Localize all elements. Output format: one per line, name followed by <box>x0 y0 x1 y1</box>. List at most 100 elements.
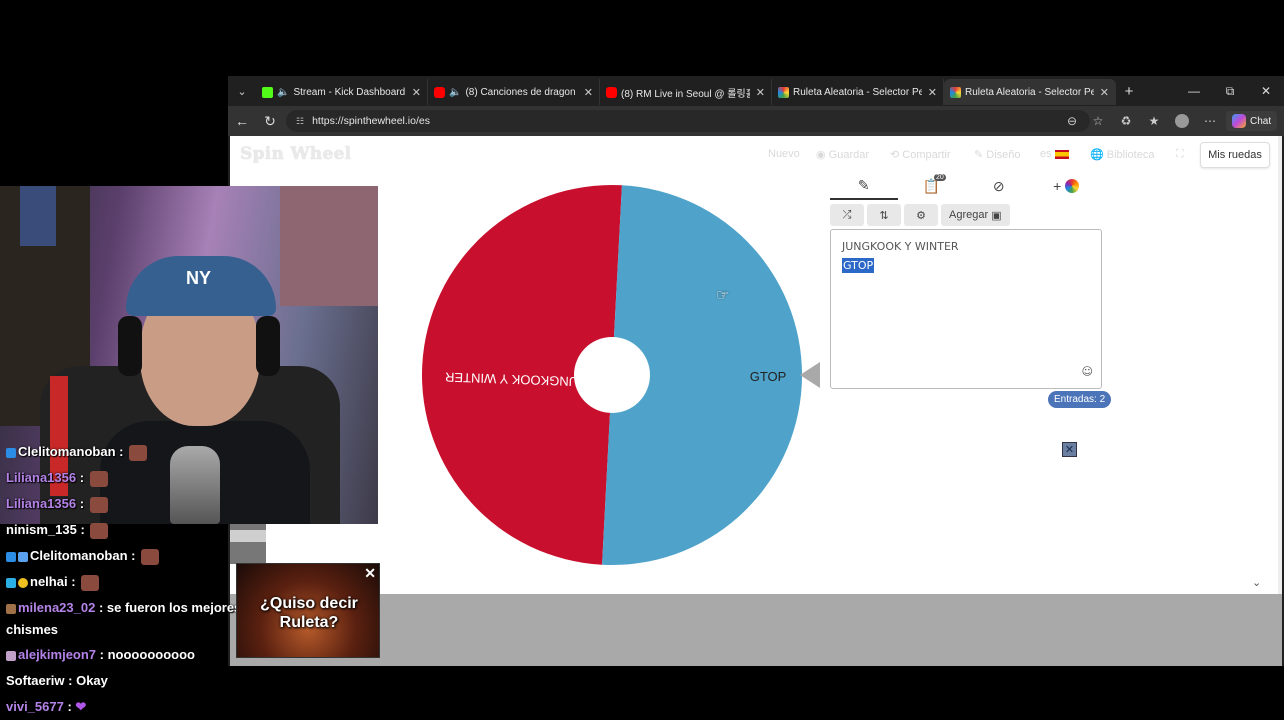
chat-message: vivi_5677 : ❤ <box>6 699 87 714</box>
emote-icon <box>141 548 160 565</box>
reader-mode-icon[interactable]: ⊖ <box>1062 111 1082 131</box>
screen: ⌄ 🔈 Stream - Kick Dashboard ✕ 🔈 (8) Canc… <box>0 0 1284 720</box>
new-tab-icon[interactable]: + <box>1116 83 1142 100</box>
sort-icon: ⇅ <box>879 209 889 222</box>
tab-ruleta-active[interactable]: Ruleta Aleatoria - Selector Personalizad… <box>944 79 1116 105</box>
scrollbar[interactable] <box>1278 136 1282 594</box>
tab-rm-live[interactable]: (8) RM Live in Seoul @ 롤링홀 ✕ <box>600 79 772 105</box>
editor-buttons: ⤮ ⇅ ⚙ Agregar ▣ <box>830 204 1010 226</box>
chat-message: milena23_02 : se fueron los mejores <box>6 600 241 615</box>
emote-icon <box>129 444 148 461</box>
image-icon: ▣ <box>991 209 1002 222</box>
reload-icon[interactable]: ↻ <box>256 113 284 130</box>
heart-emote-icon: ❤ <box>75 699 87 714</box>
speaker-icon[interactable]: 🔈 <box>277 87 289 98</box>
plus-icon: + <box>1053 178 1062 194</box>
tab-edit-entries[interactable]: ✎ <box>830 172 898 200</box>
chat-message: Softaeriw : Okay <box>6 673 108 688</box>
site-logo[interactable]: Spin Wheel <box>240 144 351 164</box>
url-text: https://spinthewheel.io/es <box>312 115 430 127</box>
emoji-icon[interactable]: ☺ <box>1082 365 1093 378</box>
gear-icon: ⚙ <box>916 209 926 222</box>
close-window-icon[interactable]: ✕ <box>1248 76 1284 106</box>
spinwheel-favicon-icon <box>950 86 961 98</box>
chat-message: chismes <box>6 622 59 637</box>
entry-line: GTOP <box>842 256 1090 275</box>
wheel-pointer <box>800 362 820 388</box>
add-image-button[interactable]: Agregar ▣ <box>941 204 1010 226</box>
entries-textarea[interactable]: JUNGKOOK Y WINTER GTOP ☺ <box>830 229 1102 389</box>
shuffle-button[interactable]: ⤮ <box>830 204 864 226</box>
hand-cursor-icon: ☞ <box>716 287 730 304</box>
emote-icon <box>89 496 108 513</box>
nav-guardar[interactable]: ◉ Guardar <box>816 148 869 161</box>
nav-compartir[interactable]: ⟲ Compartir <box>890 148 951 161</box>
close-tab-icon[interactable]: ✕ <box>756 86 765 99</box>
color-wheel-icon <box>1065 179 1080 193</box>
restore-icon[interactable]: ⧉ <box>1212 76 1248 106</box>
favorite-star-icon[interactable]: ☆ <box>1088 111 1108 131</box>
close-tab-icon[interactable]: ✕ <box>928 86 937 99</box>
more-options-icon[interactable]: ⋯ <box>1200 111 1220 131</box>
nav-diseno[interactable]: ✎ Diseño <box>974 148 1021 161</box>
speaker-icon[interactable]: 🔈 <box>449 87 461 98</box>
settings-button[interactable]: ⚙ <box>904 204 938 226</box>
fullscreen-icon[interactable]: ⛶ <box>1176 148 1184 161</box>
roulette-popup[interactable]: ✕ ¿Quiso decir Ruleta? <box>236 563 380 658</box>
tab-add-wheel[interactable]: + <box>1033 172 1101 200</box>
favorites-icon[interactable]: ★ <box>1144 111 1164 131</box>
shuffle-icon: ⤮ <box>842 208 852 221</box>
close-icon[interactable]: ✕ <box>364 565 376 582</box>
chat-message: ninism_135 : <box>6 522 109 539</box>
chat-message: Clelitomanoban : <box>6 444 148 461</box>
entry-line: JUNGKOOK Y WINTER <box>842 240 959 253</box>
tab-kick-dashboard[interactable]: 🔈 Stream - Kick Dashboard ✕ <box>256 79 428 105</box>
youtube-favicon-icon <box>434 86 445 98</box>
profile-avatar-icon[interactable] <box>1172 111 1192 131</box>
browser-toolbar: ← ↻ ☷ https://spinthewheel.io/es ⊖ ☆ ♻ ★… <box>228 106 1284 136</box>
emote-icon <box>90 522 109 539</box>
eye-slash-icon: ⊘ <box>992 177 1005 194</box>
nav-language[interactable]: es <box>1040 148 1069 160</box>
spinwheel-favicon-icon <box>778 86 789 98</box>
web-page: Spin Wheel Nuevo ◉ Guardar ⟲ Compartir ✎… <box>230 136 1282 666</box>
selected-entry-text: GTOP <box>842 258 875 273</box>
youtube-favicon-icon <box>606 86 617 98</box>
close-tab-icon[interactable]: ✕ <box>412 86 421 99</box>
copilot-chat-button[interactable]: Chat <box>1226 111 1278 131</box>
tab-hidden[interactable]: ⊘ <box>965 172 1033 200</box>
tab-list-dropdown-icon[interactable]: ⌄ <box>228 76 256 106</box>
back-arrow-icon[interactable]: ← <box>228 113 256 129</box>
wheel-label-gtop: GTOP <box>750 369 787 384</box>
pencil-icon: ✎ <box>857 176 870 193</box>
emote-icon <box>89 470 108 487</box>
spain-flag-icon <box>1054 149 1069 159</box>
browser-window: ⌄ 🔈 Stream - Kick Dashboard ✕ 🔈 (8) Canc… <box>228 76 1284 666</box>
entries-count-badge: Entradas: 2 <box>1048 391 1112 408</box>
close-tab-icon[interactable]: ✕ <box>584 86 593 99</box>
results-count-badge: 20 <box>933 174 946 181</box>
address-bar[interactable]: ☷ https://spinthewheel.io/es <box>286 110 1090 132</box>
sort-button[interactable]: ⇅ <box>867 204 901 226</box>
nav-nuevo[interactable]: Nuevo <box>768 148 800 160</box>
spin-wheel[interactable]: JUNGKOOK Y WINTER GTOP <box>420 183 804 567</box>
extensions-icon[interactable]: ♻ <box>1116 111 1136 131</box>
wheel-hub[interactable] <box>574 337 650 413</box>
popup-text: ¿Quiso decir Ruleta? <box>260 595 358 631</box>
kick-favicon-icon <box>262 86 273 98</box>
tab-ruleta-1[interactable]: Ruleta Aleatoria - Selector Personalizad… <box>772 79 944 105</box>
tab-dragon-ball-songs[interactable]: 🔈 (8) Canciones de dragon ball ✕ <box>428 79 600 105</box>
chevron-down-icon[interactable]: ⌄ <box>1252 576 1261 589</box>
ny-logo-icon: NY <box>186 268 212 288</box>
site-info-icon[interactable]: ☷ <box>296 116 304 127</box>
wheel-svg[interactable]: JUNGKOOK Y WINTER GTOP <box>420 183 804 567</box>
minimize-icon[interactable]: — <box>1176 76 1212 106</box>
nav-biblioteca[interactable]: 🌐 Biblioteca <box>1090 148 1154 161</box>
copilot-icon <box>1232 114 1246 128</box>
mis-ruedas-button[interactable]: Mis ruedas <box>1200 142 1270 168</box>
chat-message: Clelitomanoban : <box>6 548 160 565</box>
tab-results[interactable]: 📋 20 <box>898 172 966 200</box>
close-tab-icon[interactable]: ✕ <box>1100 86 1109 99</box>
close-icon[interactable]: ✕ <box>1062 442 1077 457</box>
chat-message: alejkimjeon7 : noooooooooo <box>6 647 195 662</box>
